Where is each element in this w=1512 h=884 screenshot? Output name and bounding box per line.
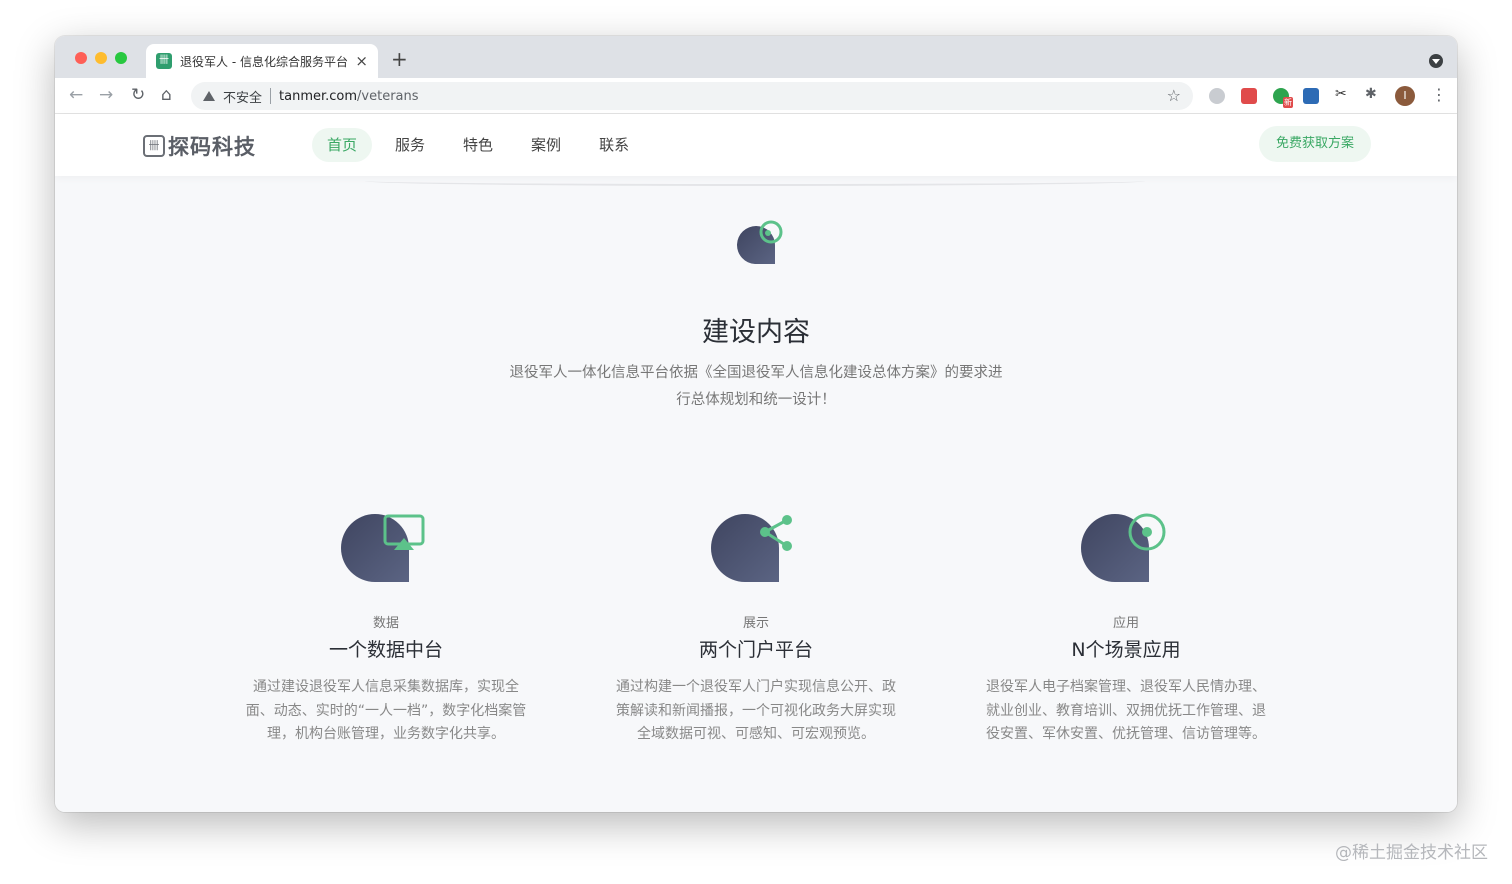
- omnibox-divider: [270, 88, 272, 104]
- site-header: 卌 探码科技 首页 服务 特色 案例 联系 免费获取方案: [55, 114, 1457, 176]
- back-button[interactable]: ←: [69, 85, 83, 105]
- section-badge-icon: [737, 220, 783, 264]
- section-description: 退役军人一体化信息平台依据《全国退役军人信息化建设总体方案》的要求进行总体规划和…: [509, 365, 1003, 408]
- watermark-text: @稀土掘金技术社区: [1335, 843, 1488, 863]
- feature-title: N个场景应用: [1071, 639, 1181, 661]
- browser-tab-active[interactable]: 卌 退役军人 - 信息化综合服务平台 ×: [146, 44, 378, 78]
- feature-card-display: 展示 两个门户平台 通过构建一个退役军人门户实现信息公开、政策解读和新闻播报，一…: [606, 510, 906, 747]
- browser-toolbar: ← → ↻ ⌂ 不安全 tanmer.com /veterans ☆ 新 ✂ ✱…: [55, 78, 1457, 114]
- url-path[interactable]: /veterans: [357, 89, 419, 104]
- extension-globe-icon[interactable]: [1209, 88, 1225, 104]
- maximize-window-button[interactable]: [115, 52, 127, 64]
- get-free-plan-button[interactable]: 免费获取方案: [1259, 126, 1371, 162]
- logo-mark-icon: 卌: [143, 135, 165, 157]
- monitor-icon: [341, 514, 425, 582]
- page-content: 卌 探码科技 首页 服务 特色 案例 联系 免费获取方案 建设内容 退役军人一体…: [55, 114, 1457, 812]
- section-title: 建设内容: [702, 317, 810, 348]
- warning-icon[interactable]: [203, 91, 215, 101]
- feature-card-data: 数据 一个数据中台 通过建设退役军人信息采集数据库，实现全面、动态、实时的“一人…: [236, 510, 536, 747]
- address-bar[interactable]: 不安全 tanmer.com /veterans ☆: [191, 82, 1193, 110]
- bookmark-star-icon[interactable]: ☆: [1167, 86, 1181, 105]
- close-window-button[interactable]: [75, 52, 87, 64]
- forward-button[interactable]: →: [99, 85, 113, 105]
- tab-search-icon[interactable]: [1429, 54, 1443, 68]
- feature-title: 两个门户平台: [698, 639, 813, 661]
- security-label[interactable]: 不安全: [223, 87, 262, 106]
- target-icon: [1081, 513, 1166, 582]
- feature-tag: 数据: [372, 616, 399, 631]
- new-tab-button[interactable]: +: [391, 47, 408, 71]
- profile-avatar[interactable]: I: [1395, 86, 1415, 106]
- feature-description: 通过建设退役军人信息采集数据库，实现全面、动态、实时的“一人一档”，数字化档案管…: [245, 679, 527, 742]
- nav-item-cases[interactable]: 案例: [516, 128, 576, 162]
- tab-title: 退役军人 - 信息化综合服务平台: [180, 54, 348, 69]
- feature-tag: 应用: [1112, 616, 1139, 631]
- main-nav: 首页 服务 特色 案例 联系: [312, 128, 652, 162]
- extension-scissors-icon[interactable]: ✂: [1335, 86, 1351, 102]
- tab-close-icon[interactable]: ×: [355, 52, 368, 70]
- feature-tag: 展示: [742, 616, 769, 631]
- home-button[interactable]: ⌂: [161, 85, 172, 105]
- extension-check-icon[interactable]: 新: [1273, 88, 1293, 108]
- url-host[interactable]: tanmer.com: [279, 89, 357, 104]
- nav-item-home[interactable]: 首页: [312, 128, 373, 162]
- feature-description: 退役军人电子档案管理、退役军人民情办理、就业创业、教育培训、双拥优抚工作管理、退…: [986, 679, 1266, 742]
- header-swoosh-divider: [365, 176, 1145, 186]
- browser-menu-icon[interactable]: ⋮: [1431, 85, 1447, 104]
- feature-card-application: 应用 N个场景应用 退役军人电子档案管理、退役军人民情办理、就业创业、教育培训、…: [976, 510, 1276, 747]
- minimize-window-button[interactable]: [95, 52, 107, 64]
- extensions-puzzle-icon[interactable]: ✱: [1365, 86, 1381, 102]
- site-favicon-icon: 卌: [156, 53, 172, 69]
- extension-s-icon[interactable]: [1303, 88, 1319, 104]
- feature-title: 一个数据中台: [328, 639, 443, 661]
- tab-strip: 卌 退役军人 - 信息化综合服务平台 × +: [55, 36, 1457, 78]
- nav-item-contact[interactable]: 联系: [584, 128, 644, 162]
- browser-window: 卌 退役军人 - 信息化综合服务平台 × + ← → ↻ ⌂ 不安全 tanme…: [55, 36, 1457, 812]
- logo-text: 探码科技: [168, 135, 256, 159]
- nav-item-services[interactable]: 服务: [380, 128, 440, 162]
- extension-badge: 新: [1283, 97, 1293, 108]
- site-logo[interactable]: 卌 探码科技: [143, 131, 256, 161]
- nav-item-features[interactable]: 特色: [448, 128, 508, 162]
- share-icon: [711, 514, 792, 582]
- extension-notes-icon[interactable]: [1241, 88, 1257, 104]
- reload-button[interactable]: ↻: [131, 85, 145, 105]
- feature-description: 通过构建一个退役军人门户实现信息公开、政策解读和新闻播报，一个可视化政务大屏实现…: [616, 679, 896, 742]
